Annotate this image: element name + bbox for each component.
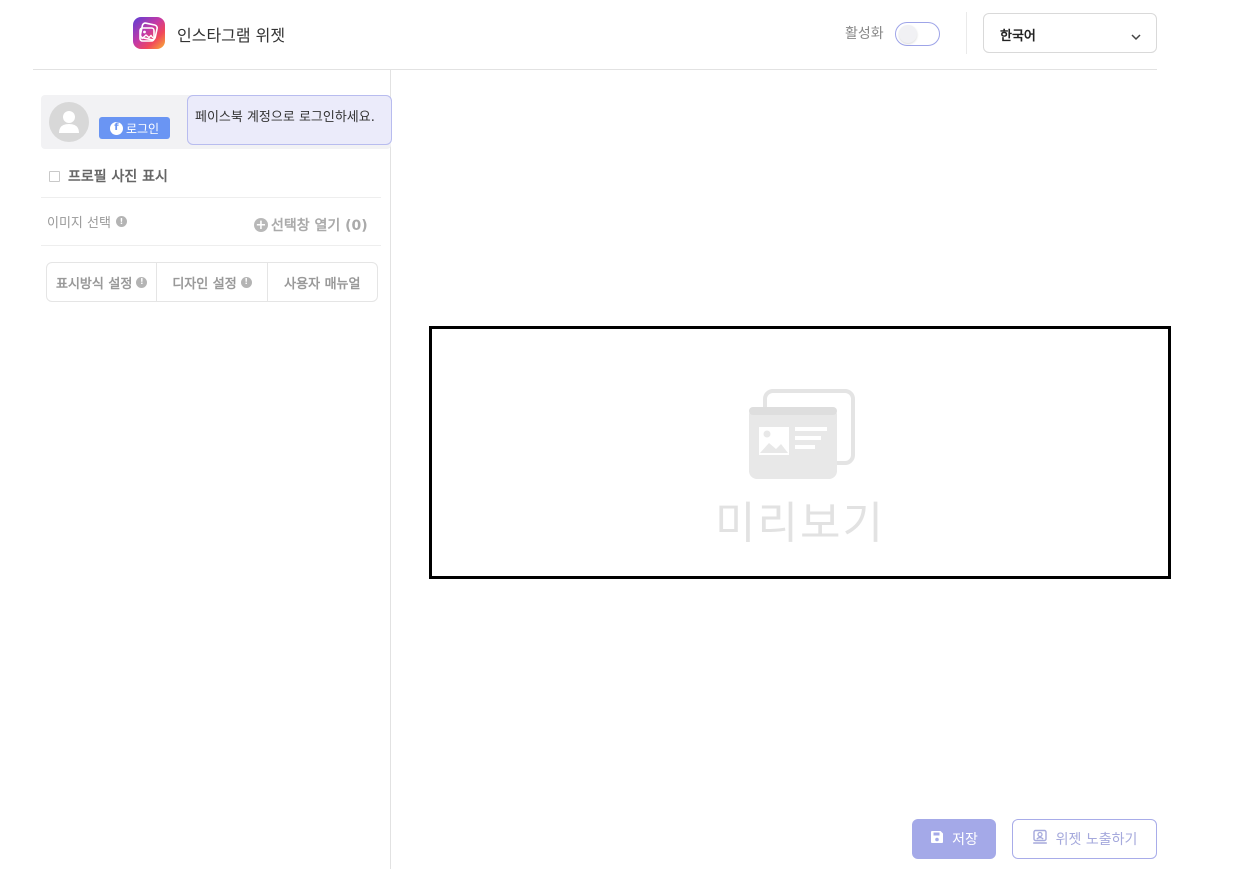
- preview-area: 미리보기: [429, 326, 1171, 579]
- plus-circle-icon: +: [254, 217, 268, 233]
- facebook-login-label: 로그인: [125, 121, 160, 136]
- settings-panel: f 로그인 페이스북 계정으로 로그인하세요. 프로필 사진 표시 이미지 선택…: [0, 70, 392, 869]
- chevron-down-icon: [1130, 28, 1142, 47]
- facebook-icon: f: [109, 121, 123, 135]
- monitor-user-icon: [1032, 829, 1048, 849]
- app-logo-icon: [133, 17, 165, 49]
- save-icon: [930, 830, 944, 848]
- open-selector-button[interactable]: + 선택창 열기 (0): [254, 215, 368, 235]
- info-icon: !: [240, 276, 252, 288]
- toggle-knob: [899, 25, 917, 43]
- language-value: 한국어: [1000, 29, 1036, 44]
- divider: [41, 245, 381, 246]
- expose-widget-button[interactable]: 위젯 노출하기: [1012, 819, 1157, 859]
- tab-label: 사용자 매뉴얼: [284, 276, 361, 292]
- login-tooltip: 페이스북 계정으로 로그인하세요.: [187, 95, 392, 145]
- settings-tabs: 표시방식 설정 ! 디자인 설정 ! 사용자 매뉴얼: [46, 262, 378, 302]
- avatar-icon: [49, 102, 89, 142]
- tab-user-manual[interactable]: 사용자 매뉴얼: [266, 263, 377, 301]
- expose-widget-label: 위젯 노출하기: [1055, 832, 1138, 848]
- activate-toggle[interactable]: [895, 22, 940, 46]
- app-title: 인스타그램 위젯: [177, 26, 286, 45]
- image-select-label: 이미지 선택 !: [47, 212, 127, 231]
- header-divider: [966, 12, 967, 54]
- open-selector-label: 선택창 열기 (0): [271, 218, 368, 234]
- info-icon[interactable]: !: [115, 216, 127, 227]
- login-card: f 로그인 페이스북 계정으로 로그인하세요.: [41, 95, 392, 149]
- save-button[interactable]: 저장: [912, 819, 996, 859]
- info-icon: !: [136, 276, 148, 288]
- header: 인스타그램 위젯 활성화 한국어: [33, 0, 1157, 70]
- save-label: 저장: [952, 832, 978, 848]
- language-select[interactable]: 한국어: [983, 13, 1157, 53]
- tab-display-settings[interactable]: 표시방식 설정 !: [47, 263, 156, 301]
- tab-label: 디자인 설정: [172, 276, 237, 292]
- tab-label: 표시방식 설정: [56, 276, 133, 292]
- facebook-login-button[interactable]: f 로그인: [99, 117, 170, 139]
- profile-photo-checkbox[interactable]: [49, 170, 60, 182]
- divider: [41, 197, 381, 198]
- preview-label: 미리보기: [715, 498, 885, 549]
- profile-photo-option[interactable]: 프로필 사진 표시: [49, 166, 168, 186]
- activate-toggle-label: 활성화: [845, 26, 884, 42]
- tab-design-settings[interactable]: 디자인 설정 !: [156, 263, 266, 301]
- profile-photo-label: 프로필 사진 표시: [68, 169, 168, 185]
- image-select-text: 이미지 선택: [47, 216, 111, 231]
- gallery-placeholder-icon: [747, 389, 855, 485]
